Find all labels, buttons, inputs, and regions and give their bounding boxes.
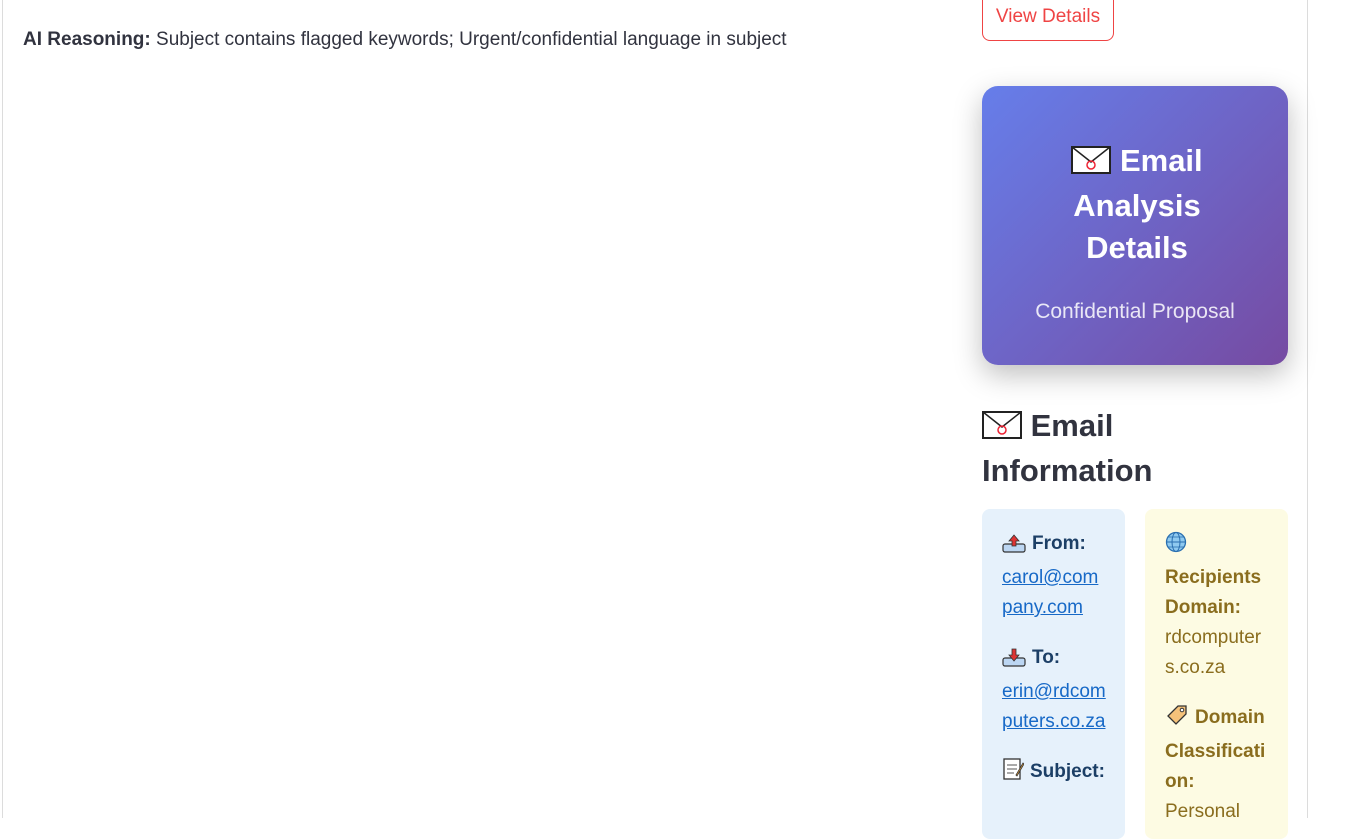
envelope-icon: [1071, 143, 1112, 185]
tag-icon: [1165, 703, 1189, 737]
domain-classification-field: Domain Classification: Personal: [1165, 703, 1270, 827]
hero-title-block: Email Analysis Details: [1042, 140, 1232, 269]
sender-info-card: From: carol@company.com To: erin@rdcompu…: [982, 509, 1125, 839]
hero-subtitle: Confidential Proposal: [1035, 300, 1235, 323]
email-information-heading: Email Information: [982, 405, 1282, 492]
subject-field: Subject:: [1002, 757, 1107, 791]
view-details-button[interactable]: View Details: [982, 0, 1114, 41]
globe-icon: [1165, 531, 1187, 563]
subject-label: Subject:: [1030, 761, 1105, 782]
domain-classification-value: Personal: [1165, 801, 1240, 822]
domain-info-card: Recipients Domain: rdcomputers.co.za Dom…: [1145, 509, 1288, 839]
memo-icon: [1002, 757, 1025, 791]
recipients-domain-field: Recipients Domain: rdcomputers.co.za: [1165, 529, 1270, 683]
email-analysis-header: Email Analysis Details Confidential Prop…: [982, 86, 1288, 365]
ai-reasoning-label: AI Reasoning:: [23, 29, 151, 50]
outbox-icon: [1002, 533, 1026, 563]
to-label: To:: [1032, 647, 1061, 668]
from-label: From:: [1032, 533, 1086, 554]
to-field: To: erin@rdcomputers.co.za: [1002, 643, 1107, 737]
recipients-domain-label: Recipients Domain:: [1165, 567, 1262, 618]
ai-reasoning-text: Subject contains flagged keywords; Urgen…: [156, 29, 787, 50]
to-email-link[interactable]: erin@rdcomputers.co.za: [1002, 681, 1106, 732]
ai-reasoning: AI Reasoning: Subject contains flagged k…: [23, 28, 787, 52]
recipients-domain-value: rdcomputers.co.za: [1165, 627, 1262, 678]
envelope-icon: [982, 408, 1022, 450]
from-email-link[interactable]: carol@company.com: [1002, 567, 1098, 618]
from-field: From: carol@company.com: [1002, 529, 1107, 623]
inbox-icon: [1002, 647, 1026, 677]
